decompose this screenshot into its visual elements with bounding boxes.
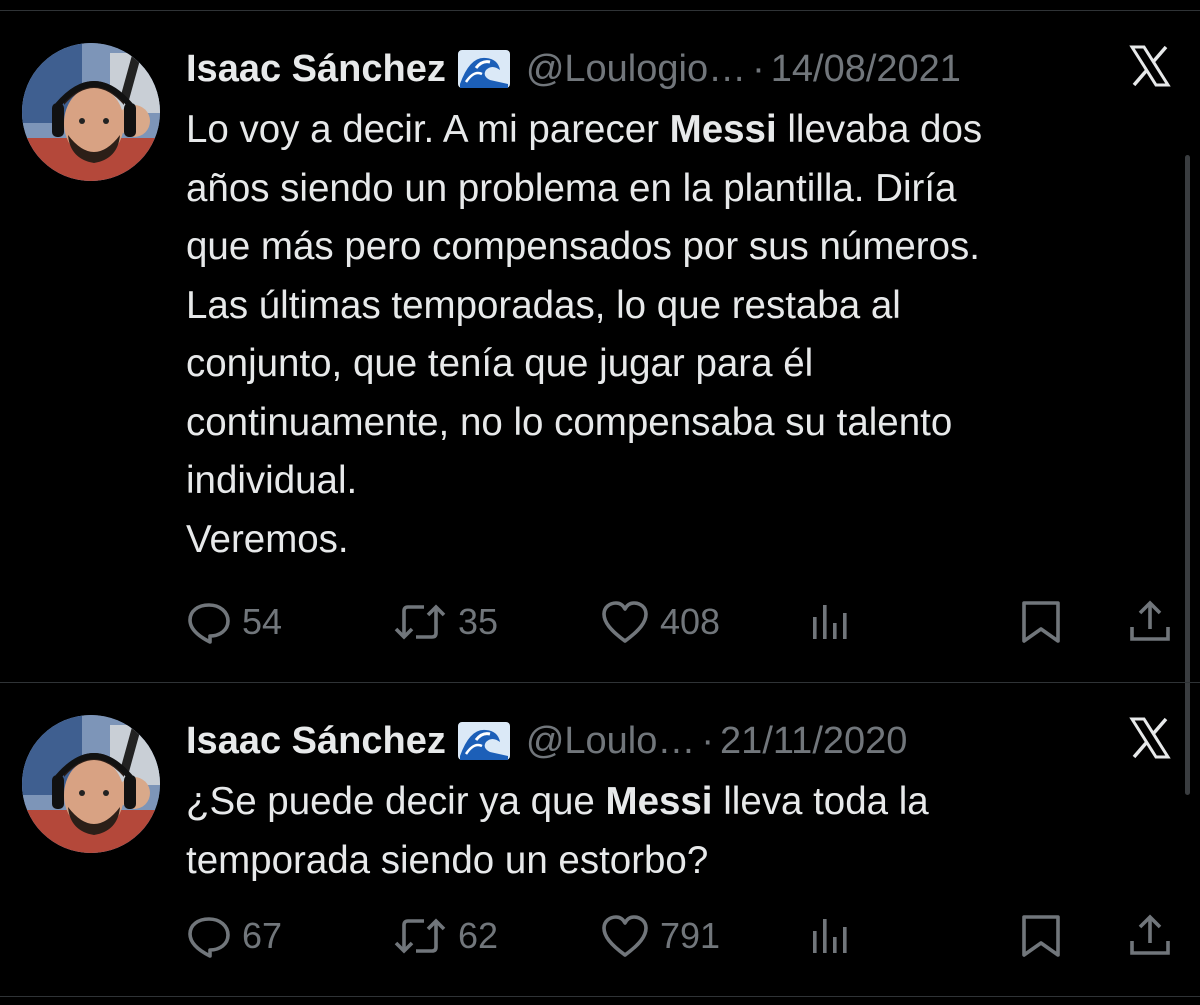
tweet-text-line: conjunto, que tenía que jugar para él (186, 342, 814, 385)
author-handle[interactable]: @Loulo… (526, 720, 696, 763)
heart-icon (602, 601, 648, 643)
share-icon (1130, 600, 1170, 641)
retweet-count: 62 (458, 915, 499, 956)
author-handle[interactable]: @Loulogio… (526, 48, 746, 91)
reply-icon (188, 603, 230, 644)
tweet-date[interactable]: 14/08/2021 (771, 48, 961, 91)
tweet-text-line: individual. (186, 459, 358, 502)
tweet-text: Lo voy a decir. A mi parecer Messi lleva… (186, 101, 1166, 569)
separator-dot: · (752, 47, 765, 90)
tweet-text-line: que más pero compensados por sus números… (186, 225, 980, 268)
retweet-button[interactable]: 35 (392, 597, 498, 647)
like-button[interactable]: 408 (600, 597, 720, 647)
retweet-icon (394, 918, 446, 954)
separator-dot: · (701, 719, 715, 762)
reply-button[interactable]: 67 (186, 911, 282, 961)
reply-button[interactable]: 54 (186, 597, 282, 647)
tweet-text-line: continuamente, no lo compensaba su talen… (186, 400, 953, 444)
tweet-date[interactable]: 21/11/2020 (720, 720, 907, 763)
action-bar: 67 62 791 (186, 911, 1176, 961)
reply-count: 67 (242, 915, 283, 956)
views-chart-icon (813, 605, 847, 639)
views-button[interactable] (810, 911, 852, 961)
x-logo-icon (1128, 716, 1172, 760)
share-button[interactable] (1128, 597, 1172, 647)
heart-icon (602, 915, 648, 957)
views-button[interactable] (810, 597, 852, 647)
wave-emoji-icon (456, 48, 512, 90)
tweet-text-line: ¿Se puede decir ya que Messi lleva toda … (186, 780, 929, 823)
bookmark-icon (1022, 915, 1060, 957)
tweet-text-line: Lo voy a decir. A mi parecer Messi lleva… (186, 108, 983, 151)
author-name[interactable]: Isaac Sánchez (186, 720, 446, 763)
like-count: 408 (660, 601, 721, 642)
share-icon (1130, 914, 1170, 955)
avatar[interactable] (22, 43, 160, 181)
views-chart-icon (813, 919, 847, 953)
reply-icon (188, 917, 230, 958)
tweet-text: ¿Se puede decir ya que Messi lleva toda … (186, 773, 1166, 890)
scrollbar[interactable] (1185, 155, 1190, 795)
author-name[interactable]: Isaac Sánchez (186, 48, 446, 91)
bold-mention: Messi (669, 108, 777, 151)
retweet-count: 35 (458, 601, 499, 642)
bookmark-button[interactable] (1020, 597, 1062, 647)
like-count: 791 (660, 915, 721, 956)
retweet-button[interactable]: 62 (392, 911, 498, 961)
wave-emoji-icon (456, 720, 512, 762)
like-button[interactable]: 791 (600, 911, 720, 961)
action-bar: 54 35 408 (186, 597, 1176, 647)
tweet-text-line: Veremos. (186, 517, 349, 561)
bold-mention: Messi (605, 780, 713, 823)
bookmark-button[interactable] (1020, 911, 1062, 961)
top-divider (0, 10, 1200, 11)
tweet-text-line: Las últimas temporadas, lo que restaba a… (186, 283, 901, 327)
tweet-text-line: años siendo un problema en la plantilla.… (186, 166, 957, 210)
tweet-divider (0, 682, 1200, 683)
tweet-text-line: temporada siendo un estorbo? (186, 838, 709, 882)
reply-count: 54 (242, 601, 283, 642)
x-logo-icon (1128, 44, 1172, 88)
bottom-divider (0, 996, 1200, 997)
retweet-icon (394, 604, 446, 640)
bookmark-icon (1022, 601, 1060, 643)
avatar[interactable] (22, 715, 160, 853)
tweet-header: Isaac Sánchez @Loulo… · 21/11/2020 (186, 716, 907, 766)
tweet-header: Isaac Sánchez @Loulogio… · 14/08/2021 (186, 44, 961, 94)
share-button[interactable] (1128, 911, 1172, 961)
